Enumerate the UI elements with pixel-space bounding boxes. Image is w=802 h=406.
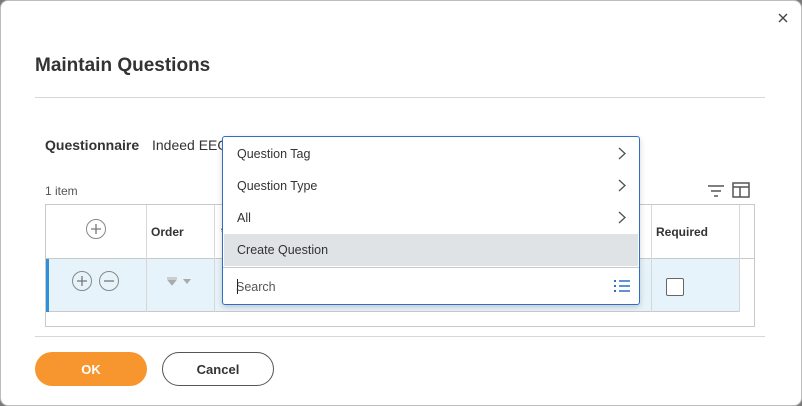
chevron-right-icon xyxy=(618,147,626,160)
menu-item-label: All xyxy=(237,211,251,225)
column-divider xyxy=(739,205,740,312)
row-selection-indicator xyxy=(46,259,49,312)
menu-item-question-type[interactable]: Question Type xyxy=(224,170,638,202)
list-icon[interactable] xyxy=(613,278,631,294)
menu-item-label: Create Question xyxy=(237,243,329,257)
plus-icon xyxy=(91,224,101,234)
questionnaire-label: Questionnaire xyxy=(45,137,140,153)
footer-divider xyxy=(35,336,765,337)
add-question-dropdown: Question Tag Question Type All Create Qu… xyxy=(222,136,640,305)
menu-item-label: Question Tag xyxy=(237,147,311,161)
item-count: 1 item xyxy=(45,184,78,198)
column-header-order: Order xyxy=(151,225,184,239)
column-divider xyxy=(214,205,215,312)
column-header-required: Required xyxy=(656,225,709,239)
menu-item-create-question[interactable]: Create Question xyxy=(224,234,638,266)
remove-row-button[interactable] xyxy=(99,271,119,291)
plus-icon xyxy=(77,276,87,286)
add-row-button[interactable] xyxy=(72,271,92,291)
close-icon xyxy=(778,13,788,23)
add-row-button[interactable] xyxy=(86,219,106,239)
close-button[interactable] xyxy=(775,10,791,26)
cancel-button[interactable]: Cancel xyxy=(162,352,274,386)
filter-icon[interactable] xyxy=(706,182,726,200)
minus-icon xyxy=(104,280,114,282)
title-divider xyxy=(35,97,765,98)
menu-item-question-tag[interactable]: Question Tag xyxy=(224,138,638,170)
sort-arrows-icon xyxy=(166,277,191,286)
search-input[interactable] xyxy=(236,277,596,297)
column-divider xyxy=(146,205,147,312)
dropdown-search xyxy=(223,267,639,304)
menu-item-all[interactable]: All xyxy=(224,202,638,234)
reorder-handle[interactable] xyxy=(166,274,196,286)
chevron-right-icon xyxy=(618,211,626,224)
dialog-title: Maintain Questions xyxy=(35,55,211,76)
chevron-right-icon xyxy=(618,179,626,192)
ok-button[interactable]: OK xyxy=(35,352,147,386)
column-divider xyxy=(651,205,652,312)
required-checkbox[interactable] xyxy=(666,278,684,296)
menu-item-label: Question Type xyxy=(237,179,318,193)
column-layout-icon[interactable] xyxy=(731,181,751,199)
questionnaire-value: Indeed EEO xyxy=(152,137,229,153)
text-caret xyxy=(237,279,238,294)
